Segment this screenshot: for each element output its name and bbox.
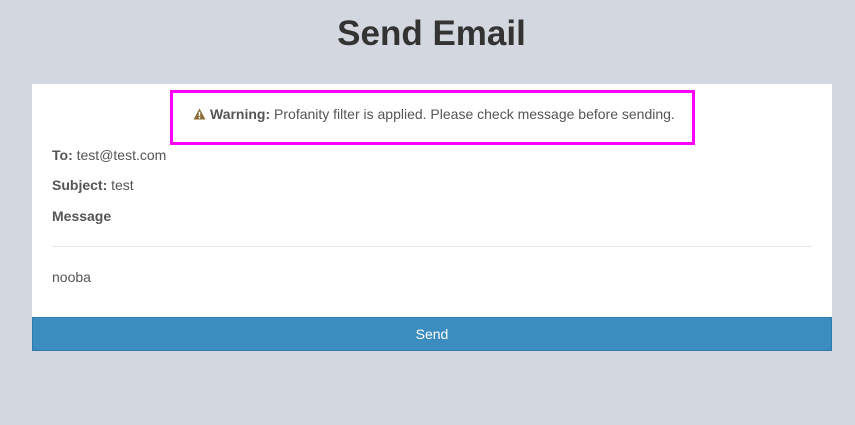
warning-message: Warning: Profanity filter is applied. Pl… xyxy=(193,105,675,123)
page-title: Send Email xyxy=(337,14,526,53)
to-row: To: test@test.com xyxy=(52,146,166,164)
to-value: test@test.com xyxy=(72,147,167,163)
warning-triangle-icon xyxy=(193,108,206,120)
subject-value: test xyxy=(107,177,134,193)
to-label: To: xyxy=(52,147,73,163)
subject-label: Subject: xyxy=(52,177,108,193)
email-card: Warning: Profanity filter is applied. Pl… xyxy=(32,84,832,318)
send-button[interactable]: Send xyxy=(32,317,832,351)
message-row: Message xyxy=(52,207,111,225)
message-divider xyxy=(52,246,812,247)
subject-row: Subject: test xyxy=(52,176,134,194)
message-label: Message xyxy=(52,208,112,224)
warning-label: Warning: xyxy=(210,106,271,122)
warning-text: Profanity filter is applied. Please chec… xyxy=(270,106,675,122)
warning-highlight-box: Warning: Profanity filter is applied. Pl… xyxy=(170,90,695,145)
message-body: nooba xyxy=(52,269,91,285)
